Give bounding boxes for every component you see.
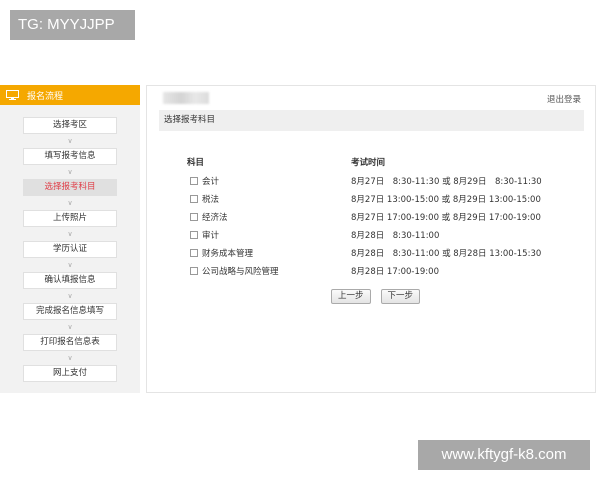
- watermark-bottom: www.kftygf-k8.com: [418, 440, 590, 470]
- sidebar-header: 报名流程: [0, 85, 140, 105]
- subject-name: 会计: [202, 177, 220, 187]
- subjects-header-row: 科目 考试时间: [187, 156, 587, 174]
- step-item[interactable]: 打印报名信息表: [23, 334, 117, 351]
- chevron-down-icon: ∨: [67, 354, 73, 362]
- subject-row: 经济法 8月27日 17:00-19:00 或 8月29日 17:00-19:00: [187, 210, 587, 228]
- subject-checkbox[interactable]: [190, 213, 198, 221]
- section-title: 选择报考科目: [159, 110, 584, 131]
- subject-name: 税法: [202, 195, 220, 205]
- subjects-table: 科目 考试时间 会计 8月27日 8:30-11:30 或 8月29日 8:30-…: [187, 156, 587, 282]
- subject-exam-time: 8月27日 8:30-11:30 或 8月29日 8:30-11:30: [351, 177, 542, 187]
- subject-exam-time: 8月28日 8:30-11:00: [351, 231, 440, 241]
- subject-exam-time: 8月27日 17:00-19:00 或 8月29日 17:00-19:00: [351, 213, 541, 223]
- subject-name: 审计: [202, 231, 220, 241]
- chevron-down-icon: ∨: [67, 323, 73, 331]
- subject-checkbox[interactable]: [190, 195, 198, 203]
- next-step-button[interactable]: 下一步: [380, 289, 421, 304]
- subject-checkbox[interactable]: [190, 231, 198, 239]
- sidebar-header-label: 报名流程: [27, 91, 64, 102]
- step-item[interactable]: 完成报名信息填写: [23, 303, 117, 320]
- step-item[interactable]: 确认填报信息: [23, 272, 117, 289]
- subject-exam-time: 8月28日 8:30-11:00 或 8月28日 13:00-15:30: [351, 249, 542, 259]
- chevron-down-icon: ∨: [67, 168, 73, 176]
- subject-exam-time: 8月27日 13:00-15:00 或 8月29日 13:00-15:00: [351, 195, 541, 205]
- chevron-down-icon: ∨: [67, 292, 73, 300]
- step-item[interactable]: 填写报考信息: [23, 148, 117, 165]
- button-bar: 上一步 下一步: [331, 289, 421, 304]
- chevron-down-icon: ∨: [67, 137, 73, 145]
- step-list: 选择考区 ∨ 填写报考信息 ∨ 选择报考科目 ∨ 上传照片 ∨ 学历认证 ∨ 确认填报信息 ∨ 完成报名…: [0, 105, 140, 382]
- blurred-username: [163, 92, 209, 104]
- subject-name: 财务成本管理: [202, 249, 254, 259]
- column-header-time: 考试时间: [351, 158, 386, 168]
- step-item[interactable]: 选择考区: [23, 117, 117, 134]
- subject-row: 税法 8月27日 13:00-15:00 或 8月29日 13:00-15:00: [187, 192, 587, 210]
- watermark-top: TG: MYYJJPP: [10, 10, 135, 40]
- subject-exam-time: 8月28日 17:00-19:00: [351, 267, 439, 277]
- subject-name: 经济法: [202, 213, 228, 223]
- column-header-subject: 科目: [187, 158, 205, 168]
- subject-checkbox[interactable]: [190, 249, 198, 257]
- chevron-down-icon: ∨: [67, 199, 73, 207]
- chevron-down-icon: ∨: [67, 261, 73, 269]
- chevron-down-icon: ∨: [67, 230, 73, 238]
- subject-name: 公司战略与风险管理: [202, 267, 279, 277]
- step-item[interactable]: 学历认证: [23, 241, 117, 258]
- logout-link[interactable]: 退出登录: [547, 93, 581, 105]
- step-item[interactable]: 选择报考科目: [23, 179, 117, 196]
- prev-step-button[interactable]: 上一步: [331, 289, 371, 304]
- sidebar: 报名流程 选择考区 ∨ 填写报考信息 ∨ 选择报考科目 ∨ 上传照片 ∨ 学历认证 ∨ 确认填报信息…: [0, 85, 140, 393]
- monitor-icon: [6, 90, 19, 100]
- subject-row: 财务成本管理 8月28日 8:30-11:00 或 8月28日 13:00-15:…: [187, 246, 587, 264]
- subject-checkbox[interactable]: [190, 267, 198, 275]
- subject-row: 审计 8月28日 8:30-11:00: [187, 228, 587, 246]
- subject-checkbox[interactable]: [190, 177, 198, 185]
- step-item[interactable]: 上传照片: [23, 210, 117, 227]
- subject-row: 公司战略与风险管理 8月28日 17:00-19:00: [187, 264, 587, 282]
- step-item[interactable]: 网上支付: [23, 365, 117, 382]
- main-panel: 退出登录 选择报考科目 科目 考试时间 会计 8月27日 8:30-11:30 或…: [146, 85, 596, 393]
- topbar: 退出登录: [147, 86, 595, 108]
- subject-row: 会计 8月27日 8:30-11:30 或 8月29日 8:30-11:30: [187, 174, 587, 192]
